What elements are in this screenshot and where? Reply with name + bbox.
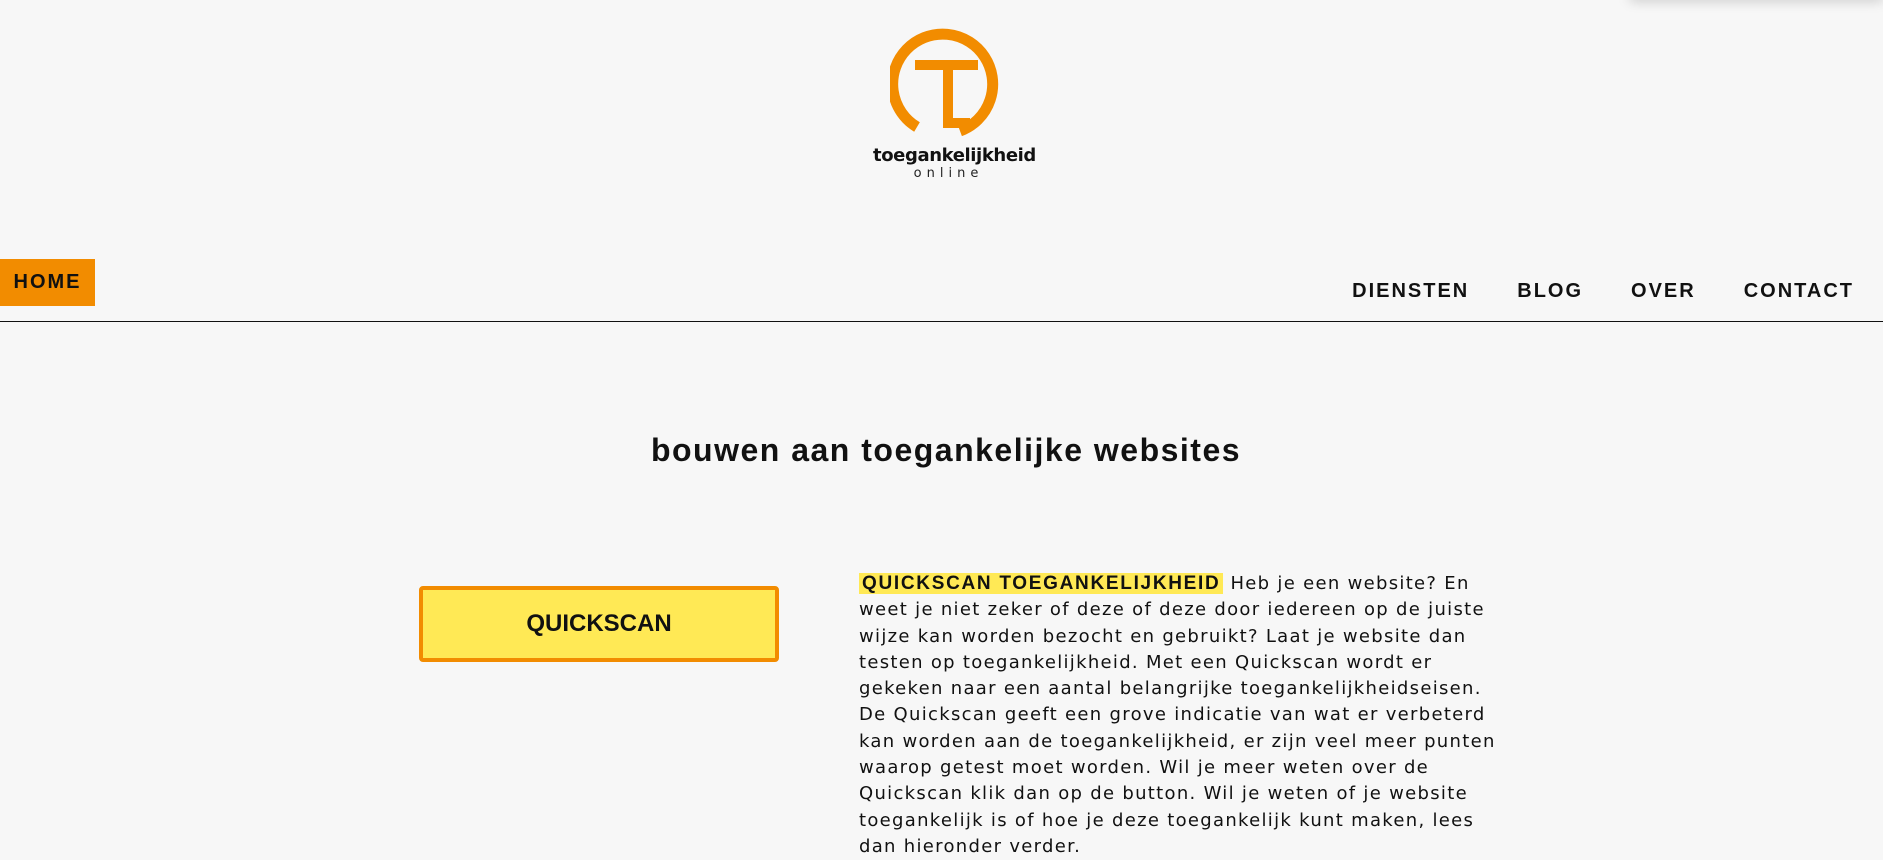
- logo-title: toegankelijkheid: [873, 145, 1036, 166]
- quickscan-paragraph-text: Heb je een website? En weet je niet zeke…: [859, 573, 1496, 857]
- nav-over[interactable]: OVER: [1631, 276, 1696, 306]
- main-nav: DIENSTEN BLOG OVER CONTACT: [1304, 276, 1854, 306]
- logo-subtitle: online: [913, 166, 984, 181]
- header-divider: [0, 321, 1883, 322]
- nav-diensten[interactable]: DIENSTEN: [1352, 276, 1469, 306]
- quickscan-button[interactable]: QUICKSCAN: [419, 586, 779, 662]
- site-logo[interactable]: toegankelijkheid online: [873, 27, 1036, 187]
- nav-contact[interactable]: CONTACT: [1744, 276, 1854, 306]
- nav-blog[interactable]: BLOG: [1517, 276, 1583, 306]
- logo-t-circle-icon: [890, 28, 999, 137]
- page-headline: bouwen aan toegankelijke websites: [650, 432, 1242, 468]
- quickscan-description: QUICKSCAN TOEGANKELIJKHEID Heb je een we…: [859, 571, 1509, 860]
- nav-home[interactable]: HOME: [0, 259, 95, 306]
- quickscan-highlight-label: QUICKSCAN TOEGANKELIJKHEID: [859, 573, 1224, 594]
